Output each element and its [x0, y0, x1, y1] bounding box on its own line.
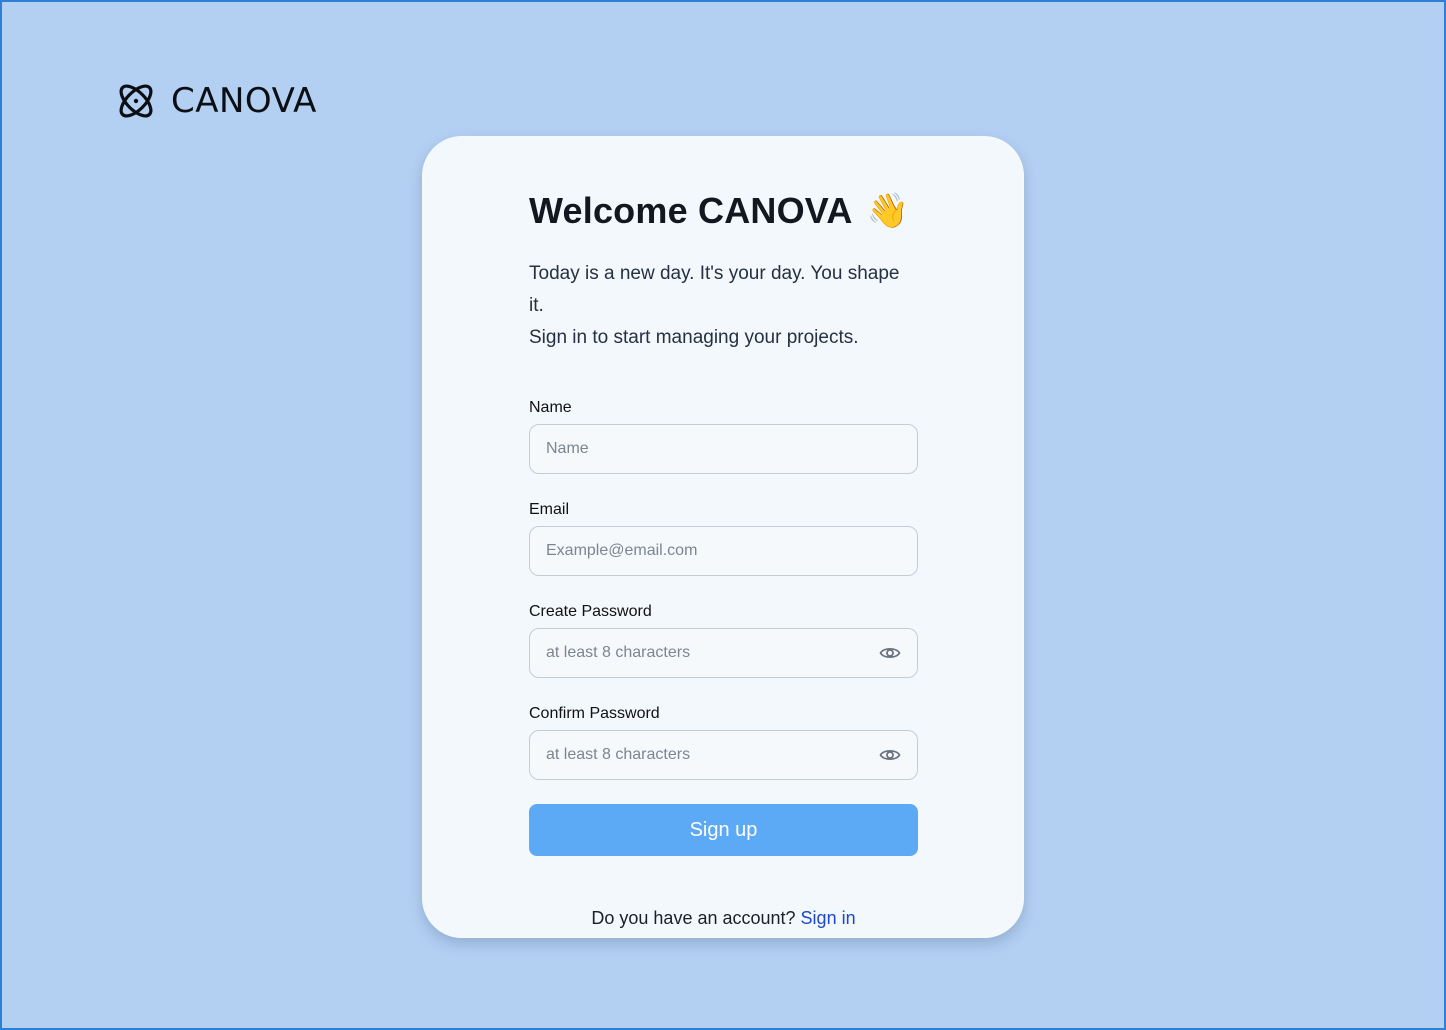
confirm-password-label: Confirm Password	[529, 705, 660, 722]
eye-icon[interactable]	[879, 645, 901, 661]
email-field-group: Email	[529, 500, 918, 576]
confirm-password-field-group: Confirm Password	[529, 704, 918, 780]
eye-icon[interactable]	[879, 747, 901, 763]
confirm-password-input[interactable]	[530, 731, 917, 779]
create-password-label: Create Password	[529, 603, 652, 620]
email-label: Email	[529, 501, 570, 518]
email-input-box	[529, 526, 918, 576]
sign-in-link[interactable]: Sign in	[801, 908, 856, 928]
signup-card: Welcome CANOVA 👋 Today is a new day. It'…	[422, 136, 1024, 938]
atom-icon	[119, 84, 153, 118]
card-content: Welcome CANOVA 👋 Today is a new day. It'…	[529, 186, 918, 929]
create-password-input-box	[529, 628, 918, 678]
create-password-field-group: Create Password	[529, 602, 918, 678]
welcome-heading: Welcome CANOVA 👋	[529, 186, 918, 236]
brand-name: CANOVA	[171, 81, 317, 121]
brand-logo[interactable]: CANOVA	[115, 80, 317, 122]
welcome-subtitle: Today is a new day. It's your day. You s…	[529, 258, 918, 354]
waving-hand-icon: 👋	[866, 192, 909, 230]
subtitle-line-2: Sign in to start managing your projects.	[529, 327, 859, 348]
sign-in-prompt: Do you have an account? Sign in	[529, 908, 918, 929]
welcome-title: Welcome CANOVA	[529, 190, 853, 231]
create-password-input[interactable]	[530, 629, 917, 677]
confirm-password-input-box	[529, 730, 918, 780]
name-label: Name	[529, 399, 572, 416]
email-input[interactable]	[530, 527, 917, 575]
name-field-group: Name	[529, 398, 918, 474]
subtitle-line-1: Today is a new day. It's your day. You s…	[529, 263, 900, 316]
sign-in-prompt-text: Do you have an account?	[591, 908, 801, 928]
signup-form: Name Email Create Password	[529, 398, 918, 780]
sign-up-button[interactable]: Sign up	[529, 804, 918, 856]
name-input[interactable]	[530, 425, 917, 473]
name-input-box	[529, 424, 918, 474]
signup-page: CANOVA Welcome CANOVA 👋 Today is a new d…	[0, 0, 1446, 1030]
